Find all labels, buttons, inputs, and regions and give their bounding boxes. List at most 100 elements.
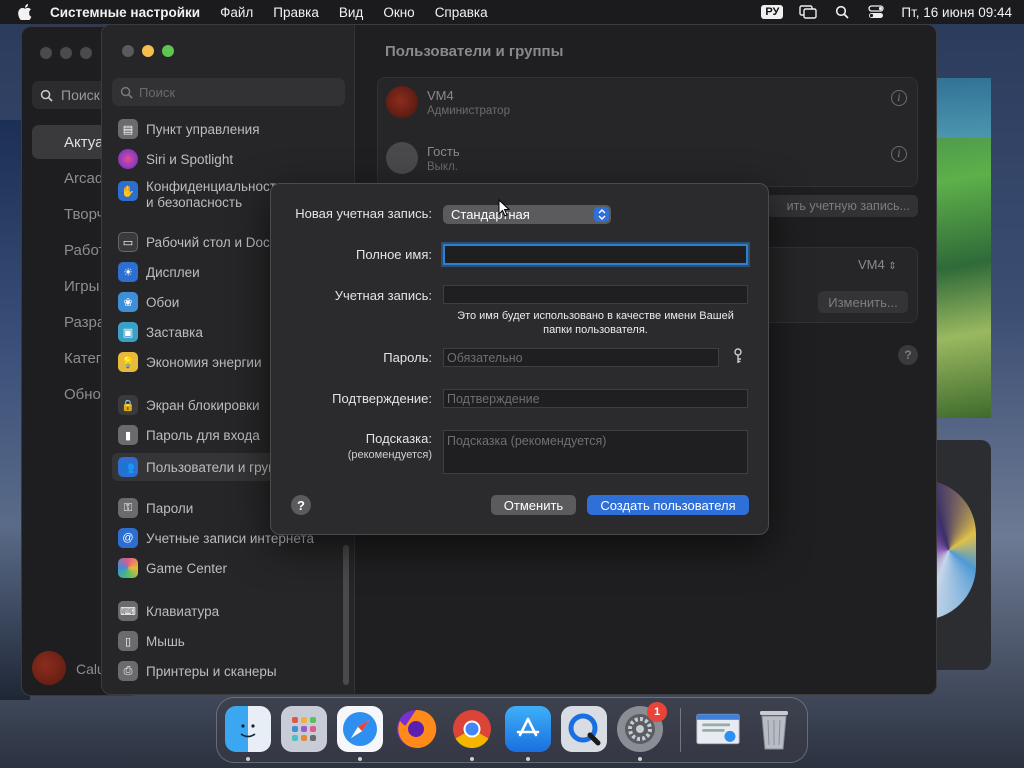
account-name-field[interactable] bbox=[443, 285, 748, 304]
cancel-button[interactable]: Отменить bbox=[491, 495, 576, 515]
sidebar-item-wallpaper[interactable]: ❀ Обои bbox=[118, 291, 179, 313]
menu-window[interactable]: Окно bbox=[383, 5, 414, 20]
confirm-password-field[interactable] bbox=[443, 389, 748, 408]
full-name-field[interactable] bbox=[443, 244, 748, 265]
finder-icon[interactable] bbox=[225, 706, 271, 752]
quicktime-icon[interactable] bbox=[561, 706, 607, 752]
sidebar-item-game-center[interactable]: Game Center bbox=[118, 557, 227, 579]
hint-label: Подсказка: bbox=[365, 431, 432, 446]
sidebar-item-lock-screen[interactable]: 🔒 Экран блокировки bbox=[118, 394, 260, 416]
sidebar-item-printers[interactable]: ⎙ Принтеры и сканеры bbox=[118, 660, 277, 682]
password-hint-field[interactable] bbox=[443, 430, 748, 474]
menu-edit[interactable]: Правка bbox=[273, 5, 319, 20]
chrome-icon[interactable] bbox=[449, 706, 495, 752]
screen-mirroring-icon[interactable] bbox=[799, 4, 818, 20]
menu-clock[interactable]: Пт, 16 июня 09:44 bbox=[901, 5, 1012, 20]
sidebar-item-displays[interactable]: ☀ Дисплеи bbox=[118, 261, 200, 283]
sidebar-item-label: Пункт управления bbox=[146, 121, 260, 137]
list-item[interactable]: Гость Выкл. bbox=[386, 142, 460, 174]
back-item-updates[interactable]: Обно bbox=[64, 386, 101, 403]
sidebar-item-label: Пароль для входа bbox=[146, 427, 260, 443]
search-icon[interactable] bbox=[833, 4, 851, 20]
menu-bar: Системные настройки Файл Правка Вид Окно… bbox=[0, 0, 1024, 24]
keyboard-layout-indicator[interactable]: РУ bbox=[761, 5, 784, 19]
sidebar-item-keyboard[interactable]: ⌨ Клавиатура bbox=[118, 600, 219, 622]
launchpad-icon[interactable] bbox=[281, 706, 327, 752]
key-icon: ⚿ bbox=[118, 498, 138, 518]
control-center-icon[interactable] bbox=[867, 4, 885, 20]
sidebar-item-login-password[interactable]: ▮ Пароль для входа bbox=[118, 424, 260, 446]
close-button[interactable] bbox=[122, 45, 134, 57]
app-store-icon[interactable] bbox=[505, 706, 551, 752]
firefox-icon[interactable] bbox=[393, 706, 439, 752]
avatar bbox=[386, 86, 418, 118]
help-button[interactable]: ? bbox=[898, 345, 918, 365]
new-account-label: Новая учетная запись: bbox=[295, 206, 432, 221]
sidebar-item-label: Принтеры и сканеры bbox=[146, 663, 277, 679]
back-item-work[interactable]: Работ bbox=[64, 242, 105, 259]
list-item[interactable]: VM4 Администратор bbox=[386, 86, 510, 118]
dialog-help-button[interactable]: ? bbox=[291, 495, 311, 515]
sidebar-item-screensaver[interactable]: ▣ Заставка bbox=[118, 321, 203, 343]
back-zoom-button[interactable] bbox=[80, 47, 92, 59]
users-icon: 👥 bbox=[118, 457, 138, 477]
edit-button[interactable]: Изменить... bbox=[818, 291, 908, 313]
confirm-label: Подтверждение: bbox=[332, 391, 432, 406]
mouse-cursor-icon bbox=[498, 199, 510, 217]
sidebar-item-privacy[interactable]: ✋ Конфиденциальность и безопасность bbox=[118, 179, 283, 215]
info-icon[interactable]: i bbox=[891, 146, 907, 162]
chevron-updown-icon: ⇕ bbox=[888, 261, 897, 272]
downloads-stack-icon[interactable] bbox=[695, 706, 741, 752]
zoom-button[interactable] bbox=[162, 45, 174, 57]
sidebar-item-siri[interactable]: Siri и Spotlight bbox=[118, 148, 233, 170]
menu-view[interactable]: Вид bbox=[339, 5, 363, 20]
account-name-hint: Это имя будет использовано в качестве им… bbox=[457, 310, 734, 336]
info-icon[interactable]: i bbox=[891, 90, 907, 106]
back-item-discover[interactable]: Актуа bbox=[64, 134, 103, 151]
account-type-popup[interactable]: Стандартная bbox=[443, 205, 611, 224]
auto-login-value: VM4 bbox=[858, 257, 885, 272]
mouse-icon: ▯ bbox=[118, 631, 138, 651]
sidebar-scrollbar[interactable] bbox=[343, 545, 349, 685]
trash-icon[interactable] bbox=[751, 706, 797, 752]
back-close-button[interactable] bbox=[40, 47, 52, 59]
sidebar-item-label: Экран блокировки bbox=[146, 397, 260, 413]
new-account-sheet: Новая учетная запись: Стандартная Полное… bbox=[270, 183, 769, 535]
password-field[interactable] bbox=[443, 348, 719, 367]
apple-menu-icon[interactable] bbox=[18, 4, 34, 20]
password-label: Пароль: bbox=[383, 350, 432, 365]
app-menu[interactable]: Системные настройки bbox=[50, 5, 200, 20]
menu-help[interactable]: Справка bbox=[435, 5, 488, 20]
minimize-button[interactable] bbox=[142, 45, 154, 57]
login-password-icon: ▮ bbox=[118, 425, 138, 445]
back-item-create[interactable]: Творч bbox=[64, 206, 104, 223]
sidebar-search-field[interactable]: Поиск bbox=[112, 78, 345, 106]
wallpaper-icon: ❀ bbox=[118, 292, 138, 312]
safari-icon[interactable] bbox=[337, 706, 383, 752]
energy-icon: 💡 bbox=[118, 352, 138, 372]
auto-login-select[interactable]: VM4 ⇕ bbox=[858, 257, 897, 272]
back-item-play[interactable]: Игры bbox=[64, 278, 99, 295]
avatar[interactable] bbox=[32, 651, 66, 685]
system-settings-icon[interactable]: 1 bbox=[617, 702, 667, 752]
back-item-develop[interactable]: Разра bbox=[64, 314, 105, 331]
account-type-value: Стандартная bbox=[451, 207, 530, 222]
password-assistant-key-icon[interactable] bbox=[731, 347, 745, 365]
sidebar-item-mouse[interactable]: ▯ Мышь bbox=[118, 630, 185, 652]
sidebar-item-passwords[interactable]: ⚿ Пароли bbox=[118, 497, 193, 519]
back-minimize-button[interactable] bbox=[60, 47, 72, 59]
menu-file[interactable]: Файл bbox=[220, 5, 253, 20]
sidebar-item-users-groups[interactable]: 👥 Пользователи и группы bbox=[118, 456, 293, 478]
sidebar-item-desktop-dock[interactable]: ▭ Рабочий стол и Dock bbox=[118, 231, 277, 253]
sidebar-item-energy[interactable]: 💡 Экономия энергии bbox=[118, 351, 261, 373]
sidebar-item-control-center[interactable]: ▤ Пункт управления bbox=[118, 118, 260, 140]
search-icon bbox=[40, 89, 53, 102]
hint-label-sub: (рекомендуется) bbox=[347, 449, 432, 461]
chrome-running-dot bbox=[470, 757, 474, 761]
back-item-categories[interactable]: Катег bbox=[64, 350, 101, 367]
add-account-button[interactable]: ить учетную запись... bbox=[766, 195, 918, 217]
sidebar-item-label: Пароли bbox=[146, 500, 194, 516]
screensaver-icon: ▣ bbox=[118, 322, 138, 342]
create-user-button[interactable]: Создать пользователя bbox=[587, 495, 749, 515]
desktop-icon: ▭ bbox=[118, 232, 138, 252]
